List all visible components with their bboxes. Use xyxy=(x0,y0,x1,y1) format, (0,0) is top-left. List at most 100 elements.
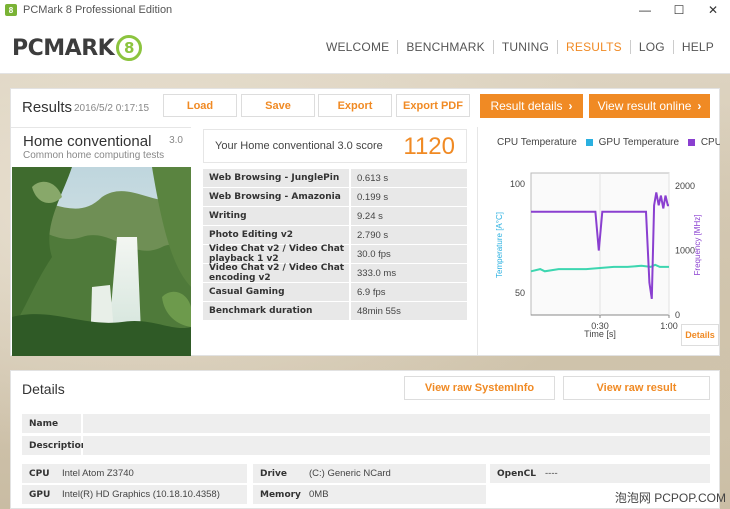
legend-label: CPU Temperature xyxy=(497,137,577,148)
result-details-button[interactable]: Result details › xyxy=(480,94,583,118)
test-version: 3.0 xyxy=(169,135,183,146)
test-description: Common home computing tests xyxy=(23,150,165,161)
chevron-right-icon: › xyxy=(568,99,573,113)
export-pdf-button[interactable]: Export PDF xyxy=(396,94,470,117)
nav-help[interactable]: HELP xyxy=(674,40,722,54)
logo-text: PCMARK xyxy=(12,35,115,61)
field-label: OpenCL xyxy=(497,468,536,479)
description-field-label: Description xyxy=(22,436,87,455)
y-axis-right-label: Frequency [MHz] xyxy=(693,215,702,276)
field-label: Description xyxy=(29,440,88,451)
memory-field: Memory 0MB xyxy=(253,485,486,504)
results-panel: Results 2016/5/2 0:17:15 Load Save Expor… xyxy=(10,88,720,356)
details-panel: Details View raw SystemInfo View raw res… xyxy=(10,370,720,509)
field-value: Intel Atom Z3740 xyxy=(62,468,134,479)
nav-benchmark[interactable]: BENCHMARK xyxy=(398,40,492,54)
legend-swatch xyxy=(484,139,491,146)
y-right-tick-label: 0 xyxy=(675,310,680,320)
close-button[interactable]: ✕ xyxy=(696,0,730,20)
row-value: 48min 55s xyxy=(351,302,467,320)
row-label: Video Chat v2 / Video Chat encoding v2 xyxy=(203,263,349,283)
chart-legend: CPU Temperature GPU Temperature CPU Cloc… xyxy=(478,137,720,151)
row-label: Web Browsing - Amazonia xyxy=(203,188,349,206)
test-thumbnail-waterfall xyxy=(12,167,191,356)
table-row: Web Browsing - Amazonia 0.199 s xyxy=(203,188,467,206)
row-value: 30.0 fps xyxy=(351,245,467,263)
nav-tuning[interactable]: TUNING xyxy=(494,40,557,54)
view-raw-result-button[interactable]: View raw result xyxy=(563,376,710,400)
row-label: Benchmark duration xyxy=(203,302,349,320)
chevron-right-icon: › xyxy=(697,99,702,113)
y-axis-left-label: Temperature [A°C] xyxy=(495,212,504,278)
row-label: Web Browsing - JunglePin xyxy=(203,169,349,187)
field-label: GPU xyxy=(29,489,51,500)
chart-details-button[interactable]: Details xyxy=(681,324,719,346)
app-icon: 8 xyxy=(5,4,17,16)
test-info: Home conventional 3.0 Common home comput… xyxy=(11,127,191,356)
minimize-button[interactable]: — xyxy=(628,0,662,20)
window-titlebar: 8 PCMark 8 Professional Edition — ☐ ✕ xyxy=(0,0,730,20)
field-label: Memory xyxy=(260,489,301,500)
nav-results[interactable]: RESULTS xyxy=(558,40,630,54)
table-row: Video Chat v2 / Video Chat playback 1 v2… xyxy=(203,244,467,264)
drive-field: Drive (C:) Generic NCard xyxy=(253,464,486,483)
nav-log[interactable]: LOG xyxy=(631,40,673,54)
y-left-tick-label: 50 xyxy=(515,288,525,298)
gpu-field: GPU Intel(R) HD Graphics (10.18.10.4358) xyxy=(22,485,247,504)
name-field-value xyxy=(83,414,710,433)
table-row: Casual Gaming 6.9 fps xyxy=(203,283,467,301)
field-value: ---- xyxy=(545,468,558,479)
view-raw-systeminfo-button[interactable]: View raw SystemInfo xyxy=(404,376,555,400)
monitoring-chart: CPU Temperature GPU Temperature CPU Cloc… xyxy=(477,127,720,355)
view-online-label: View result online xyxy=(597,99,692,113)
subscore-table: Web Browsing - JunglePin 0.613 s Web Bro… xyxy=(203,169,467,321)
result-details-label: Result details xyxy=(490,99,563,113)
row-label: Writing xyxy=(203,207,349,225)
row-value: 0.613 s xyxy=(351,169,467,187)
details-title: Details xyxy=(22,381,65,397)
field-value: (C:) Generic NCard xyxy=(309,468,391,479)
row-value: 6.9 fps xyxy=(351,283,467,301)
save-button[interactable]: Save xyxy=(241,94,315,117)
x-tick-label: 1:00 xyxy=(660,321,678,331)
site-watermark: 泡泡网 PCPOP.COM xyxy=(614,491,726,505)
load-button[interactable]: Load xyxy=(163,94,237,117)
legend-item: CPU Clock Frequency xyxy=(687,137,720,148)
legend-item: GPU Temperature xyxy=(585,137,680,148)
table-row: Photo Editing v2 2.790 s xyxy=(203,226,467,244)
opencl-field: OpenCL ---- xyxy=(490,464,710,483)
field-value: 0MB xyxy=(309,489,329,500)
row-label: Photo Editing v2 xyxy=(203,226,349,244)
window-controls: — ☐ ✕ xyxy=(628,0,730,20)
score-value: 1120 xyxy=(403,133,455,160)
main-nav: WELCOME BENCHMARK TUNING RESULTS LOG HEL… xyxy=(318,40,722,54)
maximize-button[interactable]: ☐ xyxy=(662,0,696,20)
score-label: Your Home conventional 3.0 score xyxy=(215,140,383,152)
legend-label: GPU Temperature xyxy=(598,137,680,148)
field-label: Drive xyxy=(260,468,287,479)
legend-swatch xyxy=(585,139,593,146)
results-date: 2016/5/2 0:17:15 xyxy=(74,103,150,114)
legend-swatch xyxy=(687,139,695,146)
window-title: PCMark 8 Professional Edition xyxy=(23,4,173,16)
field-label: CPU xyxy=(29,468,50,479)
results-header: Results 2016/5/2 0:17:15 Load Save Expor… xyxy=(11,89,719,124)
table-row: Web Browsing - JunglePin 0.613 s xyxy=(203,169,467,187)
results-title: Results xyxy=(22,99,73,116)
x-axis-label: Time [s] xyxy=(584,329,616,339)
pcmark-logo: PCMARK 8 xyxy=(12,33,143,63)
view-result-online-button[interactable]: View result online › xyxy=(589,94,710,118)
score-area: Your Home conventional 3.0 score 1120 We… xyxy=(203,129,469,355)
row-value: 9.24 s xyxy=(351,207,467,225)
row-value: 0.199 s xyxy=(351,188,467,206)
test-name: Home conventional xyxy=(23,133,152,150)
nav-welcome[interactable]: WELCOME xyxy=(318,40,397,54)
row-label: Video Chat v2 / Video Chat playback 1 v2 xyxy=(203,244,349,264)
export-button[interactable]: Export xyxy=(318,94,392,117)
table-row: Writing 9.24 s xyxy=(203,207,467,225)
description-field-value xyxy=(83,436,710,455)
field-label: Name xyxy=(29,418,59,429)
table-row: Benchmark duration 48min 55s xyxy=(203,302,467,320)
row-label: Casual Gaming xyxy=(203,283,349,301)
field-value: Intel(R) HD Graphics (10.18.10.4358) xyxy=(62,489,220,500)
